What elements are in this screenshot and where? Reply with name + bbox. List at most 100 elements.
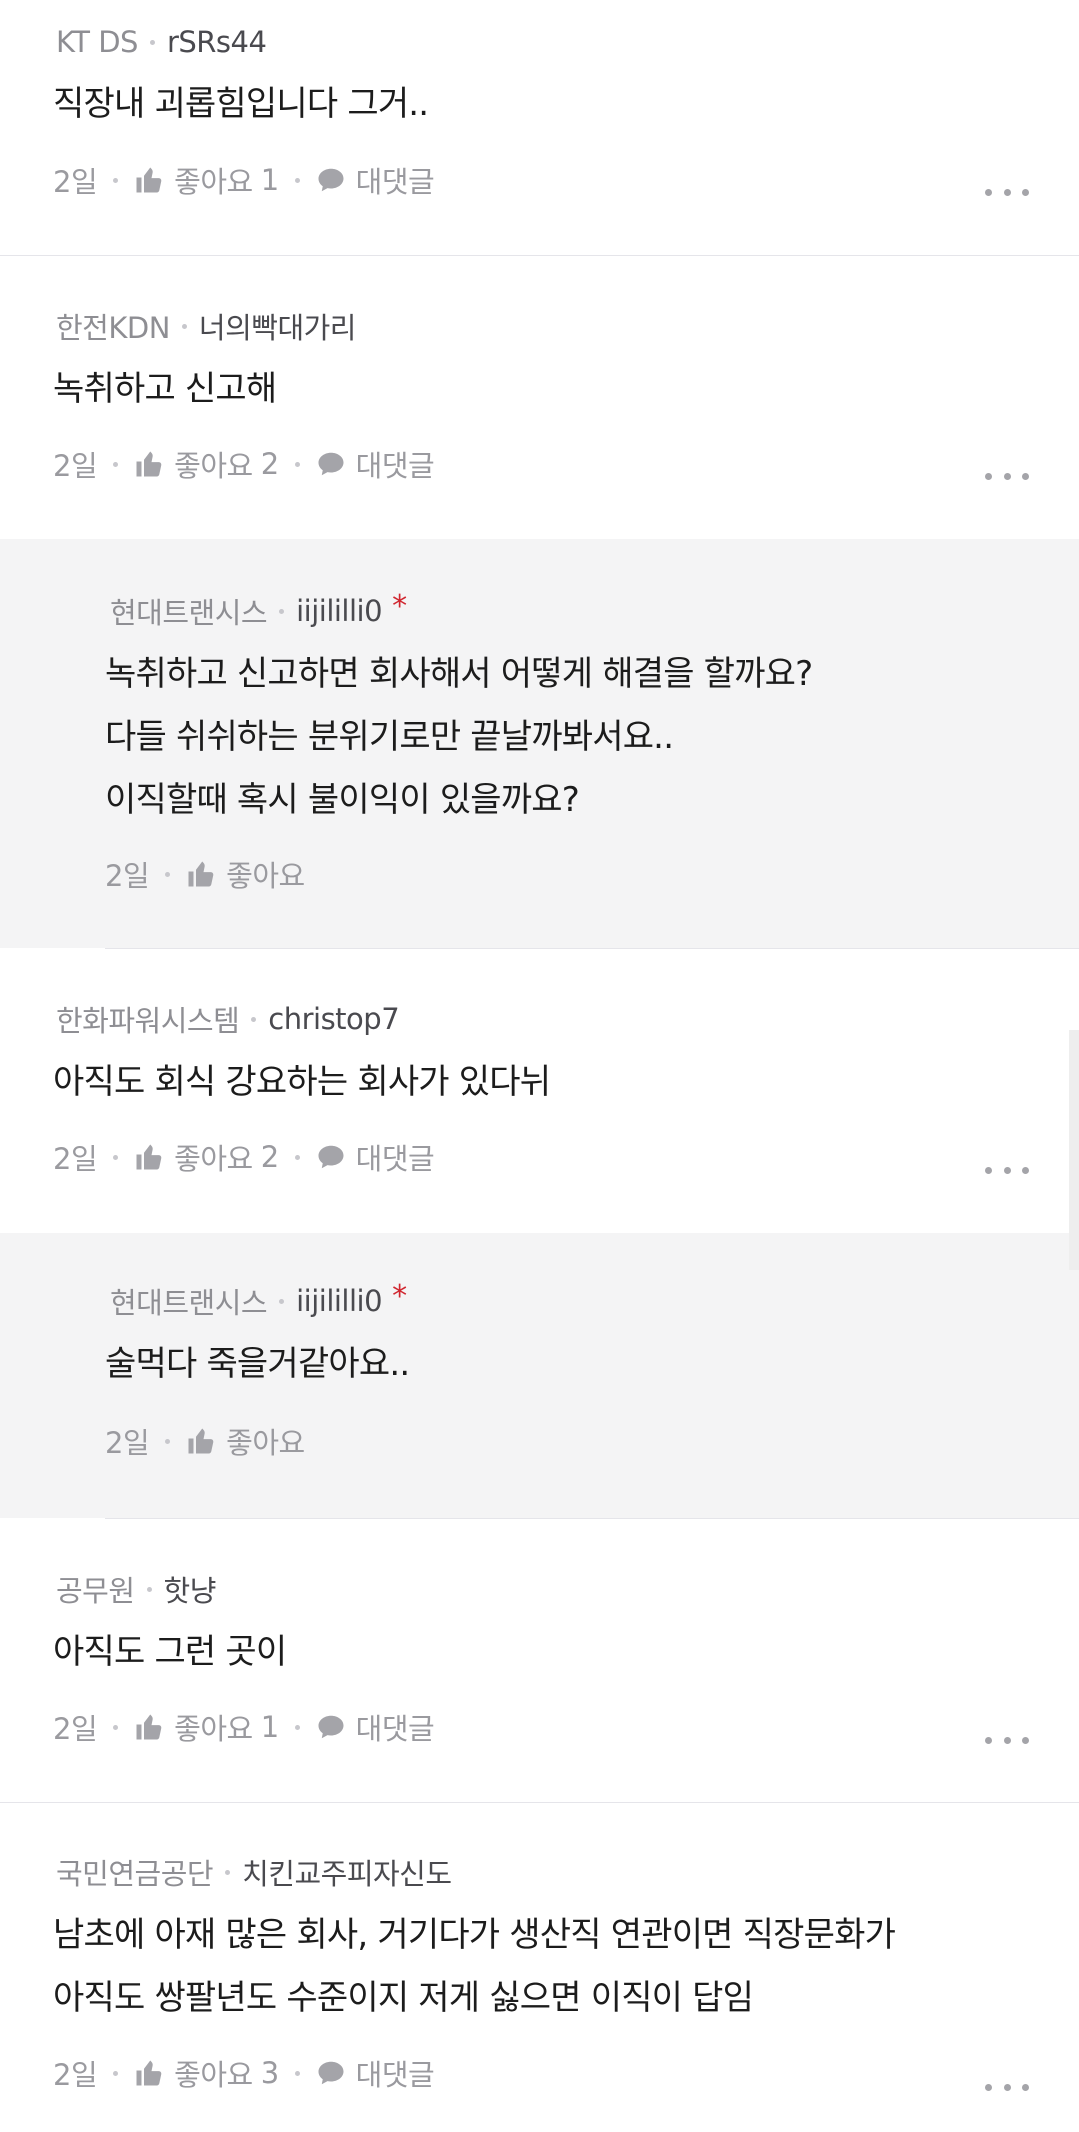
- thumbs-up-icon: [134, 2058, 164, 2088]
- separator-dot: [113, 177, 119, 183]
- comment-actions: 2일 좋아요 1 대댓글: [53, 1705, 435, 1749]
- comment-author: 현대트랜시스 iijililli0 *: [110, 589, 407, 633]
- reply-button[interactable]: 대댓글: [316, 2052, 435, 2094]
- reply-comment: 현대트랜시스 iijililli0 * 녹취하고 신고하면 회사해서 어떻게 해…: [0, 539, 1079, 948]
- author-badge: *: [392, 1279, 408, 1314]
- comment-body: 남초에 아재 많은 회사, 거기다가 생산직 연관이면 직장문화가아직도 쌍팔년…: [53, 1904, 896, 2030]
- like-label: 좋아요: [174, 1712, 253, 1746]
- nickname[interactable]: rSRs44: [167, 25, 267, 59]
- comment: 국민연금공단 치킨교주피자신도 남초에 아재 많은 회사, 거기다가 생산직 연…: [0, 1803, 1079, 2132]
- like-button[interactable]: 좋아요: [186, 1420, 305, 1462]
- like-count: 2: [260, 1140, 279, 1174]
- comment-time: 2일: [105, 859, 150, 893]
- reply-button[interactable]: 대댓글: [316, 1136, 435, 1178]
- reply-label: 대댓글: [355, 165, 435, 199]
- more-options-icon[interactable]: [985, 464, 1029, 488]
- comment-author: 한전KDN 너의빡대가리: [56, 304, 357, 348]
- comment-time: 2일: [53, 2058, 98, 2092]
- thumbs-up-icon: [186, 859, 216, 889]
- comment: 한전KDN 너의빡대가리 녹취하고 신고해 2일 좋아요 2 대댓글: [0, 256, 1079, 539]
- comment-time: 2일: [53, 1712, 98, 1746]
- separator-dot: [165, 871, 171, 877]
- nickname[interactable]: 치킨교주피자신도: [242, 1851, 452, 1893]
- reply-label: 대댓글: [355, 1712, 435, 1746]
- comment-author: 한화파워시스템 christop7: [56, 997, 400, 1041]
- like-button[interactable]: 좋아요 3: [134, 2052, 279, 2094]
- comment-line: 녹취하고 신고해: [53, 369, 277, 409]
- more-options-icon[interactable]: [985, 1158, 1029, 1182]
- comment-actions: 2일 좋아요: [105, 852, 305, 896]
- comment-actions: 2일 좋아요 3 대댓글: [53, 2051, 435, 2095]
- comment-line: 다들 쉬쉬하는 분위기로만 끝날까봐서요..: [105, 717, 674, 757]
- thumbs-up-icon: [134, 449, 164, 479]
- separator-dot: [146, 1586, 152, 1592]
- thumbs-up-icon: [134, 165, 164, 195]
- nickname[interactable]: 너의빡대가리: [199, 305, 357, 347]
- nickname[interactable]: iijililli0: [296, 594, 382, 628]
- comment-body: 아직도 회식 강요하는 회사가 있다뉘: [53, 1051, 551, 1114]
- more-options-icon[interactable]: [985, 1728, 1029, 1752]
- comment-line: 아직도 회식 강요하는 회사가 있다뉘: [53, 1062, 551, 1102]
- separator-dot: [294, 1724, 300, 1730]
- like-count: 1: [260, 163, 279, 197]
- comment-line: 아직도 그런 곳이: [53, 1632, 287, 1672]
- like-label: 좋아요: [174, 165, 253, 199]
- more-options-icon[interactable]: [985, 2075, 1029, 2099]
- comment-body: 술먹다 죽을거같아요..: [105, 1333, 410, 1396]
- separator-dot: [294, 2070, 300, 2076]
- comment-body: 직장내 괴롭힘입니다 그거..: [53, 73, 429, 136]
- nickname[interactable]: 핫냥: [164, 1568, 217, 1610]
- company-name: 현대트랜시스: [110, 1286, 268, 1320]
- separator-dot: [149, 39, 155, 45]
- reply-button[interactable]: 대댓글: [316, 159, 435, 201]
- separator-dot: [251, 1016, 257, 1022]
- comment: KT DS rSRs44 직장내 괴롭힘입니다 그거.. 2일 좋아요 1 대댓…: [0, 0, 1079, 255]
- comment-time: 2일: [53, 1142, 98, 1176]
- scrollbar-track[interactable]: [1069, 1030, 1079, 1270]
- reply-comment: 현대트랜시스 iijililli0 * 술먹다 죽을거같아요.. 2일 좋아요: [0, 1233, 1079, 1518]
- comment-line: 아직도 쌍팔년도 수준이지 저게 싫으면 이직이 답임: [53, 1978, 754, 2018]
- separator-dot: [279, 608, 285, 614]
- comment-line: 남초에 아재 많은 회사, 거기다가 생산직 연관이면 직장문화가: [53, 1915, 896, 1955]
- separator-dot: [294, 1154, 300, 1160]
- comment-list: KT DS rSRs44 직장내 괴롭힘입니다 그거.. 2일 좋아요 1 대댓…: [0, 0, 1079, 2132]
- reply-button[interactable]: 대댓글: [316, 443, 435, 485]
- comment-actions: 2일 좋아요: [105, 1419, 305, 1463]
- nickname[interactable]: christop7: [268, 1002, 399, 1036]
- like-button[interactable]: 좋아요 1: [134, 159, 279, 201]
- company-name: 국민연금공단: [56, 1857, 214, 1891]
- like-count: 1: [260, 1710, 279, 1744]
- like-label: 좋아요: [174, 1142, 253, 1176]
- separator-dot: [113, 1724, 119, 1730]
- reply-label: 대댓글: [355, 1142, 435, 1176]
- comment-line: 직장내 괴롭힘입니다 그거..: [53, 84, 429, 124]
- comment-time: 2일: [105, 1426, 150, 1460]
- like-button[interactable]: 좋아요 2: [134, 1136, 279, 1178]
- separator-dot: [181, 323, 187, 329]
- speech-bubble-icon: [316, 165, 346, 195]
- company-name: 한전KDN: [56, 311, 170, 345]
- more-options-icon[interactable]: [985, 180, 1029, 204]
- comment-body: 녹취하고 신고하면 회사해서 어떻게 해결을 할까요? 다들 쉬쉬하는 분위기로만…: [105, 643, 813, 832]
- thumbs-up-icon: [134, 1142, 164, 1172]
- comment-author: 공무원 핫냥: [56, 1567, 216, 1611]
- separator-dot: [294, 177, 300, 183]
- separator-dot: [294, 461, 300, 467]
- like-button[interactable]: 좋아요: [186, 853, 305, 895]
- like-button[interactable]: 좋아요 2: [134, 443, 279, 485]
- comment: 한화파워시스템 christop7 아직도 회식 강요하는 회사가 있다뉘 2일…: [0, 949, 1079, 1233]
- speech-bubble-icon: [316, 449, 346, 479]
- like-count: 3: [260, 2056, 279, 2090]
- speech-bubble-icon: [316, 1712, 346, 1742]
- nickname[interactable]: iijililli0: [296, 1284, 382, 1318]
- speech-bubble-icon: [316, 1142, 346, 1172]
- like-label: 좋아요: [226, 1426, 305, 1460]
- company-name: 현대트랜시스: [110, 596, 268, 630]
- comment-line: 술먹다 죽을거같아요..: [105, 1344, 410, 1384]
- reply-button[interactable]: 대댓글: [316, 1706, 435, 1748]
- like-button[interactable]: 좋아요 1: [134, 1706, 279, 1748]
- comment: 공무원 핫냥 아직도 그런 곳이 2일 좋아요 1 대댓글: [0, 1519, 1079, 1802]
- comment-time: 2일: [53, 165, 98, 199]
- company-name: KT DS: [56, 25, 138, 59]
- separator-dot: [113, 461, 119, 467]
